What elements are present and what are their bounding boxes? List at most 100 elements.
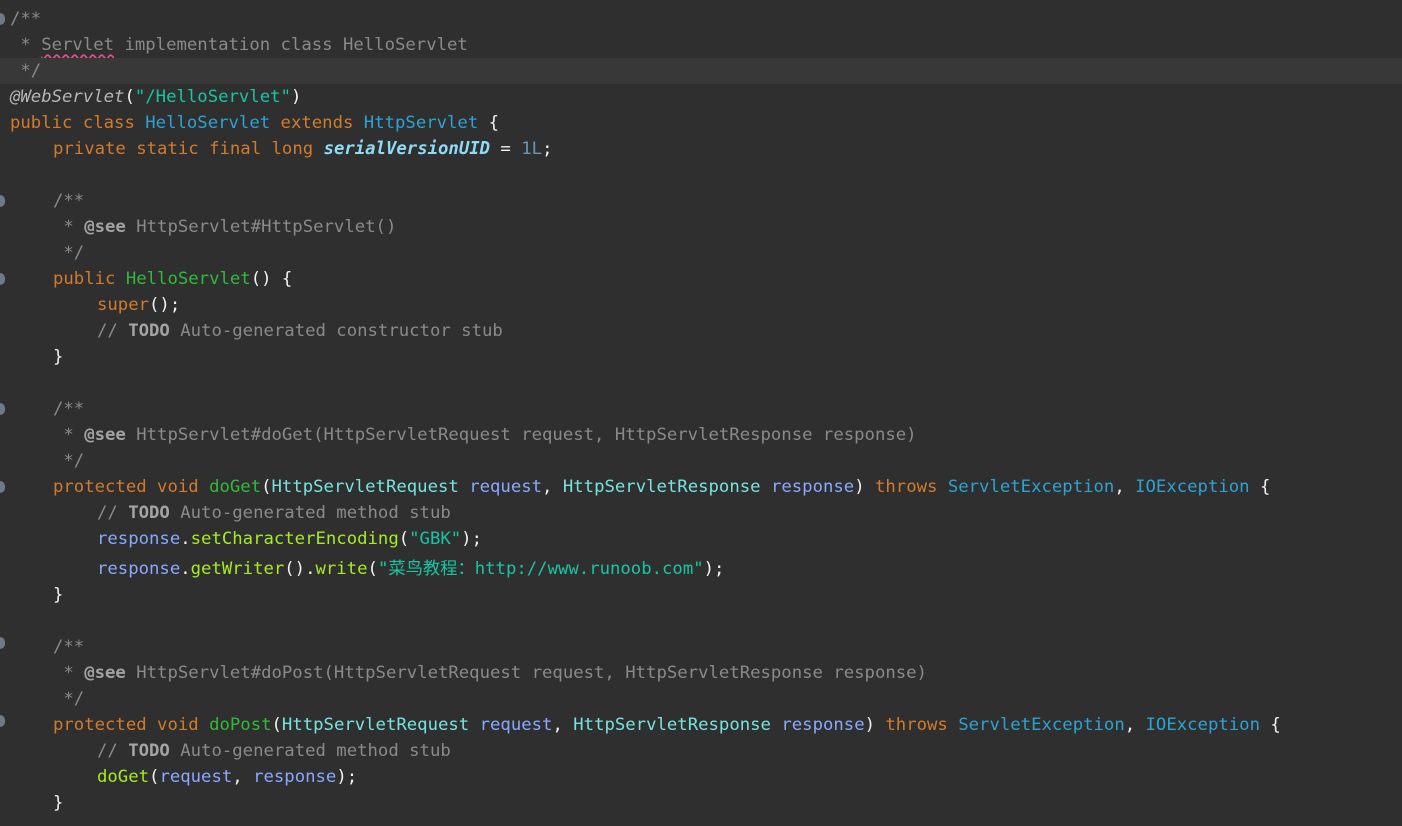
comment-text: Auto-generated method stub (169, 741, 451, 761)
paren: ( (271, 715, 282, 735)
fold-marker-icon[interactable] (0, 195, 5, 207)
keyword: static (136, 139, 199, 159)
keyword: public (53, 269, 116, 289)
annotation: @WebServlet (10, 87, 125, 107)
exception-name: IOException (1135, 477, 1250, 497)
comment-text: /** (53, 399, 85, 419)
keyword: final (209, 139, 262, 159)
brace: { (1259, 477, 1271, 497)
comment-text: /** (10, 9, 42, 29)
keyword: public (10, 113, 73, 133)
javadoc-tag: @see (84, 425, 126, 445)
string-literal: "菜鸟教程：http://www.runoob.com" (377, 559, 704, 579)
code-line[interactable]: // TODO Auto-generated constructor stub (10, 318, 1402, 344)
punctuation: () { (250, 269, 293, 289)
comment-star: * (53, 217, 85, 237)
code-editor[interactable]: /** * Servlet implementation class Hello… (0, 0, 1402, 826)
code-line[interactable]: super(); (10, 292, 1402, 318)
code-line[interactable]: * @see HttpServlet#doPost(HttpServletReq… (10, 660, 1402, 686)
code-line[interactable]: /** (10, 396, 1402, 422)
method-call: getWriter (190, 559, 285, 579)
javadoc-tag: @see (84, 217, 126, 237)
comma: , (232, 767, 254, 787)
code-line[interactable]: public HelloServlet() { (10, 266, 1402, 292)
code-line[interactable]: * Servlet implementation class HelloServ… (10, 32, 1402, 58)
comment-text: */ (53, 243, 85, 263)
method-call: write (315, 559, 368, 579)
comma: , (1124, 715, 1146, 735)
paren: ( (261, 477, 272, 497)
code-line[interactable]: public class HelloServlet extends HttpSe… (10, 110, 1402, 136)
code-line[interactable]: * @see HttpServlet#doGet(HttpServletRequ… (10, 422, 1402, 448)
comment-text: /** (53, 637, 85, 657)
code-line[interactable]: protected void doPost(HttpServletRequest… (10, 712, 1402, 738)
fold-marker-icon[interactable] (0, 13, 5, 25)
paren: ( (367, 559, 378, 579)
superclass-name: HttpServlet (363, 113, 479, 133)
blank-line[interactable] (10, 162, 1402, 188)
keyword: long (271, 139, 314, 159)
method-name: doPost (209, 715, 272, 735)
brace: { (488, 113, 500, 133)
method-call: setCharacterEncoding (190, 529, 399, 549)
paren: ) (854, 477, 865, 497)
blank-line[interactable] (10, 608, 1402, 634)
dot: . (180, 529, 191, 549)
parameter-name: request (469, 477, 543, 497)
code-line[interactable]: // TODO Auto-generated method stub (10, 500, 1402, 526)
code-line[interactable]: /** (10, 6, 1402, 32)
blank-line[interactable] (10, 370, 1402, 396)
code-line[interactable]: doGet(request, response); (10, 764, 1402, 790)
code-line[interactable]: } (10, 790, 1402, 816)
keyword: throws (875, 477, 938, 497)
code-line[interactable]: */ (10, 448, 1402, 474)
spelling-warning-word[interactable]: Servlet (41, 35, 114, 55)
method-call: doGet (97, 767, 150, 787)
keyword: private (53, 139, 126, 159)
punctuation: ); (461, 529, 482, 549)
keyword: throws (885, 715, 948, 735)
code-line[interactable]: response.setCharacterEncoding("GBK"); (10, 526, 1402, 552)
code-area[interactable]: /** * Servlet implementation class Hello… (0, 6, 1402, 816)
comment-text: implementation class HelloServlet (114, 35, 468, 55)
semicolon: ; (542, 139, 553, 159)
parameter-name: response (770, 477, 855, 497)
comma: , (552, 715, 574, 735)
code-line[interactable]: * @see HttpServlet#HttpServlet() (10, 214, 1402, 240)
keyword: protected (53, 715, 147, 735)
code-line[interactable]: private static final long serialVersionU… (10, 136, 1402, 162)
comment-slashes: // (97, 503, 129, 523)
code-line[interactable]: @WebServlet("/HelloServlet") (10, 84, 1402, 110)
current-code-line[interactable]: */ (0, 58, 1402, 84)
code-line[interactable]: } (10, 582, 1402, 608)
fold-marker-icon[interactable] (0, 715, 5, 727)
fold-marker-icon[interactable] (0, 481, 5, 493)
comment-text: Auto-generated constructor stub (169, 321, 503, 341)
comment-slashes: // (97, 321, 129, 341)
keyword: class (82, 113, 135, 133)
brace: { (1270, 715, 1281, 735)
fold-marker-icon[interactable] (0, 273, 5, 285)
exception-name: IOException (1145, 715, 1260, 735)
exception-name: ServletException (958, 715, 1125, 735)
exception-name: ServletException (947, 477, 1115, 497)
code-line[interactable]: // TODO Auto-generated method stub (10, 738, 1402, 764)
parameter-name: request (479, 715, 553, 735)
fold-marker-icon[interactable] (0, 403, 5, 415)
code-line[interactable]: /** (10, 634, 1402, 660)
code-line[interactable]: */ (10, 240, 1402, 266)
comma: , (542, 477, 563, 497)
fold-marker-icon[interactable] (0, 637, 5, 649)
code-line[interactable]: protected void doGet(HttpServletRequest … (10, 474, 1402, 500)
comment-text: HttpServlet#doPost(HttpServletRequest re… (125, 663, 927, 683)
comment-text: HttpServlet#HttpServlet() (125, 217, 397, 237)
argument-name: request (159, 767, 233, 787)
variable-name: response (97, 529, 181, 549)
todo-marker: TODO (128, 321, 170, 341)
string-literal: "GBK" (409, 529, 462, 549)
code-line[interactable]: } (10, 344, 1402, 370)
code-line[interactable]: response.getWriter().write("菜鸟教程：http://… (10, 556, 1402, 582)
paren: ) (864, 715, 875, 735)
code-line[interactable]: /** (10, 188, 1402, 214)
code-line[interactable]: */ (10, 686, 1402, 712)
